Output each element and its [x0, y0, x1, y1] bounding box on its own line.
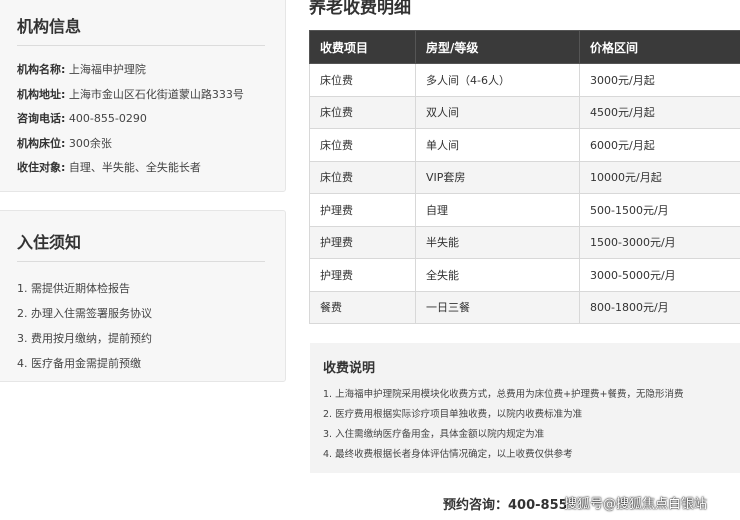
fee-table-header-row: 收费项目 房型/等级 价格区间: [309, 30, 740, 64]
info-row-admission: 收住对象: 自理、半失能、全失能长者: [17, 156, 269, 181]
price-cell: 10000元/月起: [579, 160, 740, 194]
room-type-cell: 单人间: [415, 128, 580, 162]
note-item: 4. 最终收费根据长者身体评估情况确定，以上收费仅供参考: [323, 449, 573, 460]
admission-notice-card: 入住须知 1. 需提供近期体检报告 2. 办理入住需签署服务协议 3. 费用按月…: [0, 210, 286, 382]
column-header-item: 收费项目: [309, 30, 416, 64]
note-item: 2. 医疗费用根据实际诊疗项目单独收费，以院内收费标准为准: [323, 409, 583, 420]
table-row: 床位费 多人间（4-6人） 3000元/月起: [309, 63, 740, 97]
notice-item: 1. 需提供近期体检报告: [17, 282, 130, 295]
price-cell: 3000-5000元/月: [579, 258, 740, 292]
room-type-cell: VIP套房: [415, 160, 580, 194]
info-label: 咨询电话:: [17, 112, 66, 125]
info-row-name: 机构名称: 上海福申护理院: [17, 58, 269, 83]
price-cell: 500-1500元/月: [579, 193, 740, 227]
room-type-cell: 半失能: [415, 225, 580, 259]
table-row: 床位费 VIP套房 10000元/月起: [309, 160, 740, 194]
price-cell: 6000元/月起: [579, 128, 740, 162]
room-type-cell: 一日三餐: [415, 290, 580, 324]
info-label: 机构名称:: [17, 63, 66, 76]
watermark-text: 搜狐号@搜狐焦点白银站: [564, 497, 708, 512]
info-label: 收住对象:: [17, 161, 66, 174]
column-header-room-type: 房型/等级: [415, 30, 580, 64]
price-cell: 800-1800元/月: [579, 290, 740, 324]
fee-item-cell: 餐费: [309, 290, 416, 324]
fee-section-heading: 养老收费明细: [309, 0, 411, 18]
room-type-cell: 多人间（4-6人）: [415, 63, 580, 97]
fee-notes-title: 收费说明: [323, 361, 376, 376]
info-row-address: 机构地址: 上海市金山区石化街道蒙山路333号: [17, 83, 269, 108]
institution-info-card: 机构信息 机构名称: 上海福申护理院 机构地址: 上海市金山区石化街道蒙山路33…: [0, 0, 286, 192]
price-cell: 3000元/月起: [579, 63, 740, 97]
fee-item-cell: 护理费: [309, 225, 416, 259]
table-row: 护理费 自理 500-1500元/月: [309, 193, 740, 227]
fee-item-cell: 床位费: [309, 63, 416, 97]
info-row-phone: 咨询电话: 400-855-0290: [17, 107, 269, 132]
price-cell: 1500-3000元/月: [579, 225, 740, 259]
info-value: 自理、半失能、全失能长者: [68, 161, 201, 174]
room-type-cell: 自理: [415, 193, 580, 227]
table-row: 护理费 全失能 3000-5000元/月: [309, 258, 740, 292]
table-row: 床位费 单人间 6000元/月起: [309, 128, 740, 162]
room-type-cell: 双人间: [415, 95, 580, 129]
info-value: 上海福申护理院: [68, 63, 146, 76]
notice-item: 4. 医疗备用金需提前预缴: [17, 357, 141, 370]
fee-item-cell: 床位费: [309, 128, 416, 162]
fee-notes-box: 收费说明 1. 上海福申护理院采用模块化收费方式，总费用为床位费+护理费+餐费，…: [310, 343, 740, 473]
fee-item-cell: 床位费: [309, 160, 416, 194]
table-row: 护理费 半失能 1500-3000元/月: [309, 225, 740, 259]
notice-item: 2. 办理入住需签署服务协议: [17, 307, 152, 320]
fee-item-cell: 护理费: [309, 193, 416, 227]
note-item: 3. 入住需缴纳医疗备用金，具体金额以院内规定为准: [323, 429, 545, 440]
notice-item: 3. 费用按月缴纳，提前预约: [17, 332, 152, 345]
price-cell: 4500元/月起: [579, 95, 740, 129]
admission-notice-title: 入住须知: [17, 229, 265, 262]
room-type-cell: 全失能: [415, 258, 580, 292]
consult-phone-text: 预约咨询：400-855: [443, 498, 568, 513]
info-value: 上海市金山区石化街道蒙山路333号: [68, 87, 244, 101]
column-header-price: 价格区间: [579, 30, 740, 64]
info-row-beds: 机构床位: 300余张: [17, 132, 269, 157]
info-value: 300余张: [68, 136, 112, 150]
info-label: 机构床位:: [17, 136, 66, 150]
fee-item-cell: 床位费: [309, 95, 416, 129]
fee-item-cell: 护理费: [309, 258, 416, 292]
institution-info-title: 机构信息: [17, 13, 265, 46]
info-label: 机构地址:: [17, 87, 66, 101]
table-row: 餐费 一日三餐 800-1800元/月: [309, 290, 740, 324]
table-row: 床位费 双人间 4500元/月起: [309, 95, 740, 129]
note-item: 1. 上海福申护理院采用模块化收费方式，总费用为床位费+护理费+餐费，无隐形消费: [323, 389, 684, 400]
info-value: 400-855-0290: [68, 112, 147, 125]
fee-table: 收费项目 房型/等级 价格区间 床位费 多人间（4-6人） 3000元/月起 床位费…: [309, 30, 740, 324]
